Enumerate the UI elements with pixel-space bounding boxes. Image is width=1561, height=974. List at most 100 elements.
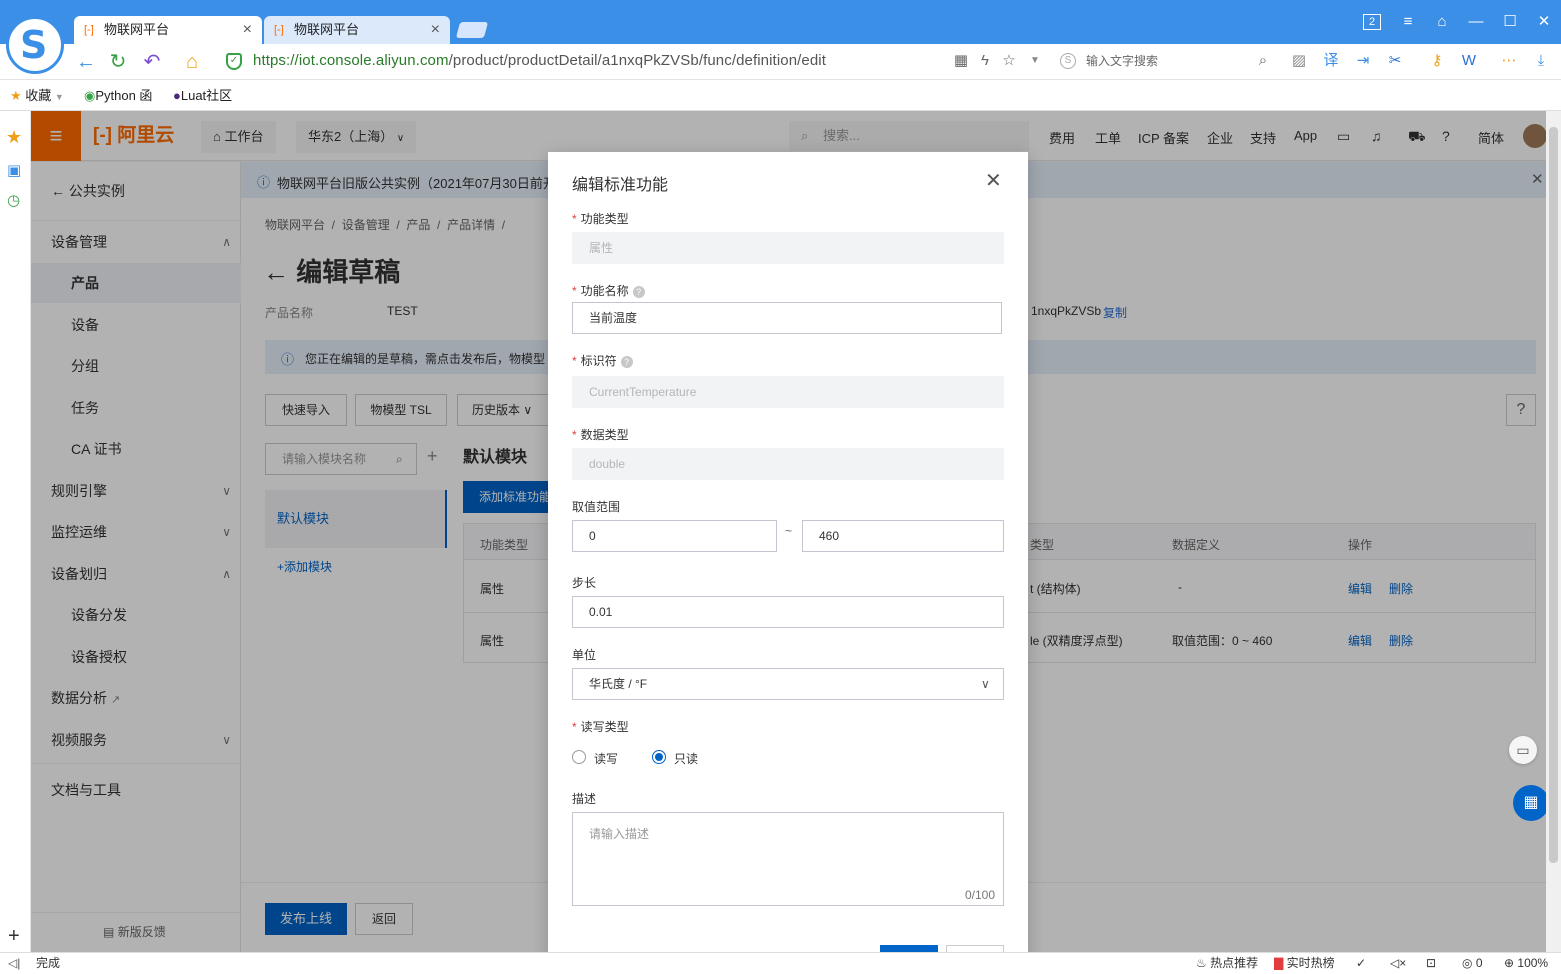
word-icon[interactable]: W [1460, 52, 1478, 70]
url-path: /product/productDetail/a1nxqPkZVSb/func/… [448, 52, 826, 69]
chevron-down-icon[interactable]: ▼ [1026, 52, 1044, 70]
step-label: 步长 [572, 576, 597, 590]
func-type-label: * 功能类型 [572, 212, 629, 226]
help-icon: ? [632, 285, 645, 298]
bookmark-python[interactable]: ◉Python 函 [84, 87, 152, 104]
browser-tab-bar: [-] 物联网平台 × [-] 物联网平台 × 2 ≡ ⌂ — ☐ ✕ [0, 0, 1561, 44]
key-icon[interactable]: ⚷ [1428, 52, 1446, 70]
rw-type-radio-group: 读写 只读 [572, 750, 772, 766]
login-icon[interactable]: ⇥ [1354, 52, 1372, 70]
screenshot-icon[interactable]: ▨ [1290, 52, 1308, 70]
status-text: 完成 [36, 956, 61, 970]
bookmark-favorites[interactable]: ★ 收藏 ▼ [10, 87, 64, 106]
rw-type-label: * 读写类型 [572, 720, 629, 734]
url-host: https://iot.console.aliyun.com [253, 52, 449, 69]
range-max-input[interactable]: 460 [802, 520, 1004, 552]
chart-icon: ▇ [1274, 956, 1284, 970]
data-type-field: double [572, 448, 1004, 480]
radio-read-write[interactable] [572, 750, 586, 764]
minimize-icon[interactable]: — [1466, 12, 1486, 32]
search-placeholder: 输入文字搜索 [1086, 54, 1159, 68]
close-window-icon[interactable]: ✕ [1534, 12, 1554, 32]
back-icon[interactable]: ← [74, 50, 98, 74]
range-label: 取值范围 [572, 500, 621, 514]
bookmarks-bar: ★ 收藏 ▼ ◉Python 函 ●Luat社区 [0, 80, 1561, 111]
desc-placeholder: 请输入描述 [589, 827, 650, 841]
aliyun-favicon-icon: [-] [84, 24, 94, 36]
undo-close-icon[interactable]: ↶ [140, 50, 164, 74]
desc-label: 描述 [572, 792, 597, 806]
tab-title: 物联网平台 [294, 22, 360, 37]
add-icon[interactable]: + [8, 925, 20, 948]
shield-check-icon[interactable]: ✓ [1356, 953, 1366, 974]
panel-toggle-icon[interactable]: ◁| [8, 953, 20, 974]
bookmark-luat[interactable]: ●Luat社区 [173, 87, 232, 104]
range-separator: ~ [785, 524, 793, 538]
adblock-counter[interactable]: ◎ 0 [1462, 953, 1483, 974]
identifier-field: CurrentTemperature [572, 376, 1004, 408]
zoom-level[interactable]: ⊕ 100% [1504, 953, 1548, 974]
new-tab-button[interactable] [455, 22, 489, 38]
radio-label: 只读 [674, 752, 699, 766]
confirm-button[interactable] [880, 945, 938, 952]
page-scrollbar[interactable] [1546, 111, 1561, 952]
description-textarea[interactable]: 请输入描述 0/100 [572, 812, 1004, 906]
python-icon: ◉ [84, 88, 96, 103]
close-icon[interactable]: ✕ [985, 168, 1002, 193]
scissors-icon[interactable]: ✂ [1386, 52, 1404, 70]
translate-icon[interactable]: 译 [1322, 52, 1340, 70]
hot-list[interactable]: ▇ 实时热榜 [1274, 953, 1335, 974]
browser-logo[interactable]: S [6, 16, 64, 74]
tab-counter-icon[interactable]: 2 [1363, 14, 1381, 30]
apps-icon[interactable]: ▦ [1513, 785, 1546, 821]
menu-icon[interactable]: ≡ [1398, 12, 1418, 32]
unit-label: 单位 [572, 648, 597, 662]
aliyun-favicon-icon: [-] [274, 24, 284, 36]
url-field[interactable]: https://iot.console.aliyun.com/product/p… [253, 52, 826, 69]
star-icon[interactable]: ☆ [1000, 52, 1018, 70]
browser-search-input[interactable]: S 输入文字搜索 [1052, 48, 1276, 74]
browser-tab[interactable]: [-] 物联网平台 × [264, 16, 450, 44]
browser-sidebar: ★ ▣ ◷ + [0, 111, 31, 952]
more-icon[interactable]: ⋯ [1500, 52, 1518, 70]
range-min-input[interactable]: 0 [572, 520, 777, 552]
mute-icon[interactable]: ◁× [1390, 953, 1406, 974]
hot-recommend[interactable]: ♨ 热点推荐 [1196, 953, 1258, 974]
func-name-input[interactable]: 当前温度 [572, 302, 1002, 334]
home-icon[interactable]: ⌂ [180, 50, 204, 74]
chevron-down-icon: ∨ [981, 677, 990, 691]
tab-title: 物联网平台 [104, 22, 170, 37]
help-icon: ? [620, 355, 633, 368]
func-type-field: 属性 [572, 232, 1004, 264]
search-icon[interactable]: ⌕ [1254, 52, 1272, 70]
flame-icon: ♨ [1196, 956, 1207, 970]
download-icon[interactable]: ⤓ [1532, 52, 1550, 70]
lock-icon[interactable]: ⊡ [1426, 953, 1436, 974]
lightning-icon[interactable]: ϟ [976, 52, 994, 70]
step-input[interactable]: 0.01 [572, 596, 1004, 628]
star-icon: ★ [10, 88, 22, 103]
reader-icon[interactable]: ▣ [7, 161, 21, 179]
dialog-title: 编辑标准功能 [572, 177, 669, 194]
skin-icon[interactable]: ⌂ [1432, 12, 1452, 32]
radio-label: 读写 [594, 752, 619, 766]
chat-icon[interactable]: ▭ [1509, 736, 1537, 764]
history-icon[interactable]: ◷ [7, 191, 20, 209]
unit-select[interactable]: 华氏度 / °F ∨ [572, 668, 1004, 700]
close-tab-icon[interactable]: × [243, 16, 252, 44]
edit-function-dialog: 编辑标准功能 ✕ * 功能类型 属性 * 功能名称? 当前温度 * 标识符? Curr… [548, 152, 1028, 952]
refresh-icon[interactable]: ↻ [106, 50, 130, 74]
maximize-icon[interactable]: ☐ [1500, 12, 1520, 32]
console-page: ≡ [-] 阿里云 ⌂ 工作台 华东2（上海） ∨ ⌕ 搜索... 费用 工单 I… [31, 111, 1546, 952]
qrcode-icon[interactable]: ▦ [952, 52, 970, 70]
browser-status-bar: ◁| 完成 ♨ 热点推荐 ▇ 实时热榜 ✓ ◁× ⊡ ◎ 0 ⊕ 100% [0, 952, 1561, 974]
close-tab-icon[interactable]: × [431, 16, 440, 44]
favorites-icon[interactable]: ★ [6, 127, 22, 148]
cancel-button[interactable] [946, 945, 1004, 952]
browser-tab-active[interactable]: [-] 物联网平台 × [74, 16, 262, 44]
data-type-label: * 数据类型 [572, 428, 629, 442]
identifier-label: * 标识符? [572, 352, 633, 369]
security-shield-icon[interactable]: ✓ [226, 53, 242, 70]
search-engine-icon: S [1060, 53, 1076, 69]
radio-read-only[interactable] [652, 750, 666, 764]
